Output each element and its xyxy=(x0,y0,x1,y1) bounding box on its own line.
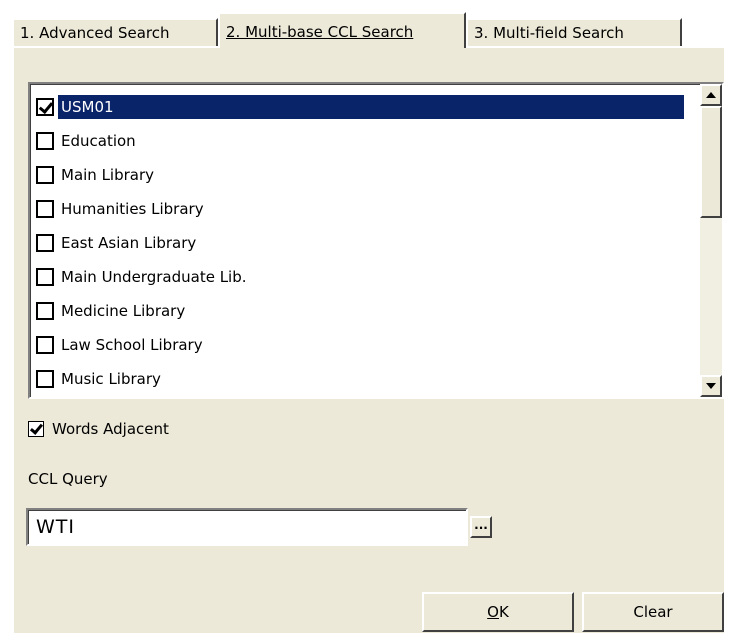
words-adjacent-option[interactable]: Words Adjacent xyxy=(28,420,169,438)
list-item-main-undergraduate-lib[interactable]: Main Undergraduate Lib. xyxy=(36,260,696,294)
list-item-label: Medicine Library xyxy=(61,302,186,320)
list-item-label: Main Undergraduate Lib. xyxy=(61,268,247,286)
tab-advanced-search[interactable]: 1. Advanced Search xyxy=(12,18,218,46)
checkbox-icon[interactable] xyxy=(36,132,54,150)
list-item-label: Education xyxy=(61,132,136,150)
list-item-humanities-library[interactable]: Humanities Library xyxy=(36,192,696,226)
checkbox-checked-icon[interactable] xyxy=(28,421,44,437)
clear-button[interactable]: Clear xyxy=(582,592,724,632)
scroll-up-button[interactable] xyxy=(700,84,722,106)
list-item-medicine-library[interactable]: Medicine Library xyxy=(36,294,696,328)
list-item-music-library[interactable]: Music Library xyxy=(36,362,696,396)
arrow-up-icon xyxy=(706,92,716,98)
vertical-scrollbar[interactable] xyxy=(700,84,722,397)
checkbox-icon[interactable] xyxy=(36,234,54,252)
checkbox-checked-icon[interactable] xyxy=(36,98,54,116)
ccl-query-input[interactable] xyxy=(26,508,468,546)
list-item-main-library[interactable]: Main Library xyxy=(36,158,696,192)
checkbox-icon[interactable] xyxy=(36,166,54,184)
list-item-label: East Asian Library xyxy=(61,234,197,252)
checkbox-icon[interactable] xyxy=(36,302,54,320)
ok-mnemonic: O xyxy=(487,603,499,621)
ok-label-rest: K xyxy=(498,603,509,621)
scroll-down-button[interactable] xyxy=(700,375,722,397)
ccl-browse-button[interactable]: ... xyxy=(470,516,492,538)
list-item-education[interactable]: Education xyxy=(36,124,696,158)
database-list: USM01 Education Main Library Humanities … xyxy=(36,90,696,396)
ccl-query-label: CCL Query xyxy=(28,470,108,488)
tab-multi-field-search[interactable]: 3. Multi-field Search xyxy=(466,18,682,46)
list-item-label: Humanities Library xyxy=(61,200,204,218)
list-item-usm01[interactable]: USM01 xyxy=(36,90,696,124)
list-item-label: Main Library xyxy=(61,166,155,184)
checkbox-icon[interactable] xyxy=(36,336,54,354)
checkbox-icon[interactable] xyxy=(36,370,54,388)
words-adjacent-label: Words Adjacent xyxy=(52,420,169,438)
database-listbox[interactable]: USM01 Education Main Library Humanities … xyxy=(28,82,724,399)
list-item-label: USM01 xyxy=(57,94,685,120)
scroll-thumb[interactable] xyxy=(700,106,722,218)
list-item-label: Music Library xyxy=(61,370,161,388)
tab-strip: 1. Advanced Search 3. Multi-field Search… xyxy=(12,10,712,48)
ok-button[interactable]: OK xyxy=(422,592,574,632)
list-item-law-school-library[interactable]: Law School Library xyxy=(36,328,696,362)
tab-panel: USM01 Education Main Library Humanities … xyxy=(12,46,724,633)
arrow-down-icon xyxy=(706,383,716,389)
dialog-window: 1. Advanced Search 3. Multi-field Search… xyxy=(0,0,733,633)
tab-multi-base-ccl-search[interactable]: 2. Multi-base CCL Search xyxy=(218,12,466,48)
checkbox-icon[interactable] xyxy=(36,268,54,286)
list-item-east-asian-library[interactable]: East Asian Library xyxy=(36,226,696,260)
list-item-label: Law School Library xyxy=(61,336,203,354)
checkbox-icon[interactable] xyxy=(36,200,54,218)
